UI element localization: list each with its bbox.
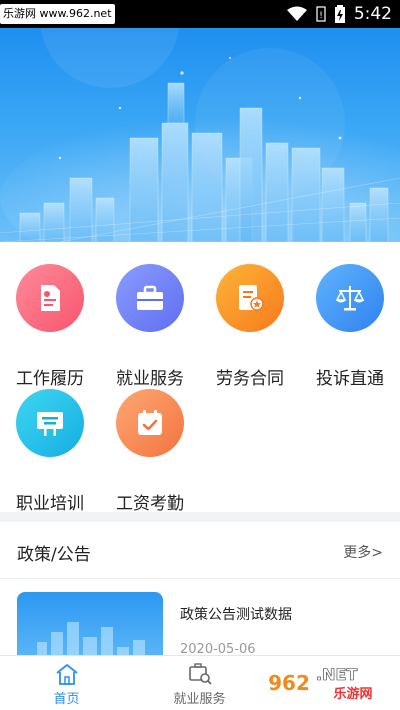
status-bar: 乐游网 www.962.net ! 5:42 <box>0 0 400 28</box>
svg-text:.NET: .NET <box>316 665 357 684</box>
grid-item-employment-services[interactable]: 就业服务 <box>100 264 200 389</box>
grid-item-wage-attendance[interactable]: 工资考勤 <box>100 389 200 514</box>
status-watermark: 乐游网 www.962.net <box>0 4 115 24</box>
grid-item-work-history[interactable]: 工作履历 <box>0 264 100 389</box>
wifi-icon <box>286 6 307 21</box>
no-sim-icon: ! <box>316 6 326 22</box>
battery-icon <box>334 5 345 23</box>
svg-text:962: 962 <box>268 671 310 695</box>
grid-label: 工作履历 <box>16 369 84 389</box>
section-title: 政策/公告 <box>17 545 91 565</box>
more-link[interactable]: 更多> <box>343 542 383 562</box>
city-skyline-illustration <box>0 28 400 242</box>
tab-home[interactable]: 首页 <box>0 656 133 710</box>
watermark-logo: 962 .NET 乐游网 <box>266 662 390 702</box>
job-search-icon <box>189 663 212 685</box>
grid-item-complaint-hotline[interactable]: 投诉直通 <box>300 264 400 389</box>
clock: 5:42 <box>353 4 392 24</box>
contract-icon <box>239 285 264 311</box>
home-icon <box>56 664 78 685</box>
grid-label: 投诉直通 <box>316 369 384 389</box>
training-board-icon <box>37 412 63 436</box>
grid-label: 工资考勤 <box>116 494 184 514</box>
tab-label: 就业服务 <box>173 692 226 707</box>
grid-label: 劳务合同 <box>216 369 284 389</box>
scales-icon <box>335 286 365 311</box>
city-banner[interactable] <box>0 28 400 242</box>
calendar-check-icon <box>138 410 162 435</box>
grid-label: 职业培训 <box>16 494 84 514</box>
svg-text:!: ! <box>319 11 323 21</box>
grid-item-vocational-training[interactable]: 职业培训 <box>0 389 100 514</box>
divider <box>0 578 400 579</box>
grid-item-labor-contract[interactable]: 劳务合同 <box>200 264 300 389</box>
tab-label: 首页 <box>53 692 80 707</box>
grid-label: 就业服务 <box>116 369 184 389</box>
svg-text:乐游网: 乐游网 <box>333 686 372 702</box>
tab-employment-services[interactable]: 就业服务 <box>133 656 266 710</box>
news-item-title: 政策公告测试数据 <box>180 607 292 623</box>
resume-icon <box>41 285 60 311</box>
briefcase-icon <box>137 285 163 310</box>
service-grid: 工作履历 就业服务 劳务合同 投诉直通 职业培训 工资考勤 <box>0 242 400 514</box>
